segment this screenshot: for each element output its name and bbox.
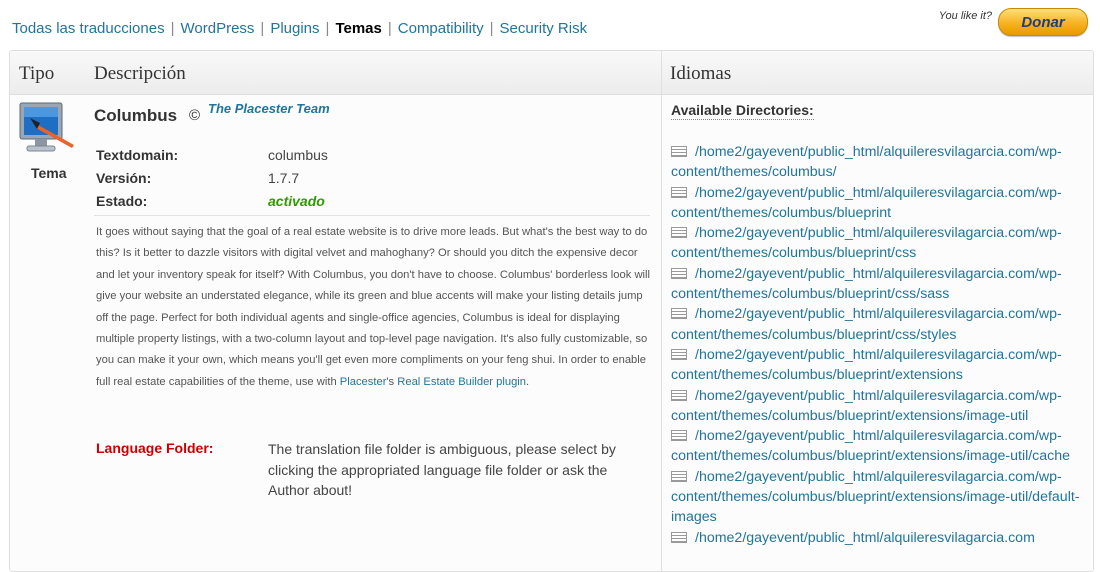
description-connector: 's — [386, 375, 398, 388]
list-item: /home2/gayevent/public_html/alquileresvi… — [671, 183, 1081, 224]
language-folder-label: Language Folder: — [96, 440, 214, 456]
table-row: Tema Columbus © The Placester Team Textd… — [10, 95, 1093, 571]
list-item: /home2/gayevent/public_html/alquileresvi… — [671, 142, 1081, 183]
folder-list-icon — [671, 308, 687, 320]
column-divider — [661, 95, 662, 571]
description-end: . — [526, 375, 530, 388]
placester-link[interactable]: Placester — [340, 376, 387, 388]
available-directories-heading: Available Directories: — [671, 102, 814, 120]
folder-list-icon — [671, 227, 687, 239]
folder-list-icon — [671, 267, 687, 279]
nav-separator: | — [260, 20, 265, 37]
divider — [94, 215, 650, 216]
col-header-tipo[interactable]: Tipo — [19, 63, 54, 85]
list-item: /home2/gayevent/public_html/alquileresvi… — [671, 467, 1081, 528]
donate-area: You like it? Donar — [939, 8, 1088, 36]
directory-link[interactable]: /home2/gayevent/public_html/alquileresvi… — [695, 530, 1035, 546]
copyright-symbol: © — [189, 107, 201, 124]
translation-nav: Todas las traducciones | WordPress | Plugins… — [12, 20, 587, 37]
nav-all-translations[interactable]: Todas las traducciones — [12, 20, 165, 37]
translations-table: Tipo Descripción Idiomas Tema Columbus ©… — [9, 50, 1094, 572]
directory-link[interactable]: /home2/gayevent/public_html/alquileresvi… — [671, 225, 1062, 261]
nav-security-risk[interactable]: Security Risk — [500, 20, 588, 37]
directory-link[interactable]: /home2/gayevent/public_html/alquileresvi… — [671, 306, 1062, 342]
donate-button[interactable]: Donar — [998, 8, 1088, 36]
theme-name: Columbus — [94, 106, 178, 125]
folder-list-icon — [671, 146, 687, 157]
folder-list-icon — [671, 430, 687, 442]
nav-compatibility[interactable]: Compatibility — [398, 20, 484, 37]
list-item: /home2/gayevent/public_html/alquileresvi… — [671, 528, 1081, 548]
language-folder-message: The translation file folder is ambiguous… — [268, 441, 616, 498]
list-item: /home2/gayevent/public_html/alquileresvi… — [671, 386, 1081, 427]
meta-value: columbus — [268, 147, 328, 163]
directory-link[interactable]: /home2/gayevent/public_html/alquileresvi… — [671, 388, 1062, 424]
folder-list-icon — [671, 348, 687, 360]
nav-wordpress[interactable]: WordPress — [181, 20, 255, 37]
list-item: /home2/gayevent/public_html/alquileresvi… — [671, 426, 1081, 467]
directory-link[interactable]: /home2/gayevent/public_html/alquileresvi… — [671, 185, 1062, 221]
list-item: /home2/gayevent/public_html/alquileresvi… — [671, 264, 1081, 305]
author-link[interactable]: The Placester Team — [208, 101, 330, 116]
meta-key: Estado: — [96, 193, 148, 209]
folder-list-icon — [671, 531, 687, 543]
directory-list: /home2/gayevent/public_html/alquileresvi… — [671, 142, 1081, 548]
folder-list-icon — [671, 470, 687, 482]
directory-link[interactable]: /home2/gayevent/public_html/alquileresvi… — [671, 144, 1062, 180]
directory-link[interactable]: /home2/gayevent/public_html/alquileresvi… — [671, 469, 1080, 526]
table-header: Tipo Descripción Idiomas — [10, 51, 1093, 95]
list-item: /home2/gayevent/public_html/alquileresvi… — [671, 223, 1081, 264]
directory-link[interactable]: /home2/gayevent/public_html/alquileresvi… — [671, 428, 1070, 464]
item-type-label: Tema — [31, 165, 67, 181]
list-item: /home2/gayevent/public_html/alquileresvi… — [671, 345, 1081, 386]
theme-description: It goes without saying that the goal of … — [96, 222, 656, 393]
status-badge: activado — [268, 193, 325, 209]
theme-monitor-icon — [19, 102, 74, 152]
list-item: /home2/gayevent/public_html/alquileresvi… — [671, 304, 1081, 345]
header-divider — [661, 51, 662, 95]
folder-list-icon — [671, 389, 687, 401]
donate-prompt: You like it? — [938, 10, 992, 22]
directory-link[interactable]: /home2/gayevent/public_html/alquileresvi… — [671, 266, 1062, 302]
nav-separator: | — [170, 20, 175, 37]
col-header-descripcion[interactable]: Descripción — [94, 63, 186, 85]
real-estate-builder-link[interactable]: Real Estate Builder plugin — [397, 376, 526, 388]
description-text: It goes without saying that the goal of … — [96, 226, 650, 388]
meta-key: Versión: — [96, 170, 152, 186]
nav-separator: | — [387, 20, 392, 37]
meta-key: Textdomain: — [96, 147, 179, 163]
nav-themes-active: Temas — [335, 20, 382, 37]
folder-list-icon — [671, 186, 687, 198]
nav-separator: | — [489, 20, 494, 37]
nav-separator: | — [325, 20, 330, 37]
col-header-idiomas[interactable]: Idiomas — [670, 63, 731, 85]
directory-link[interactable]: /home2/gayevent/public_html/alquileresvi… — [671, 347, 1062, 383]
nav-plugins[interactable]: Plugins — [270, 20, 319, 37]
meta-value: 1.7.7 — [268, 170, 300, 186]
